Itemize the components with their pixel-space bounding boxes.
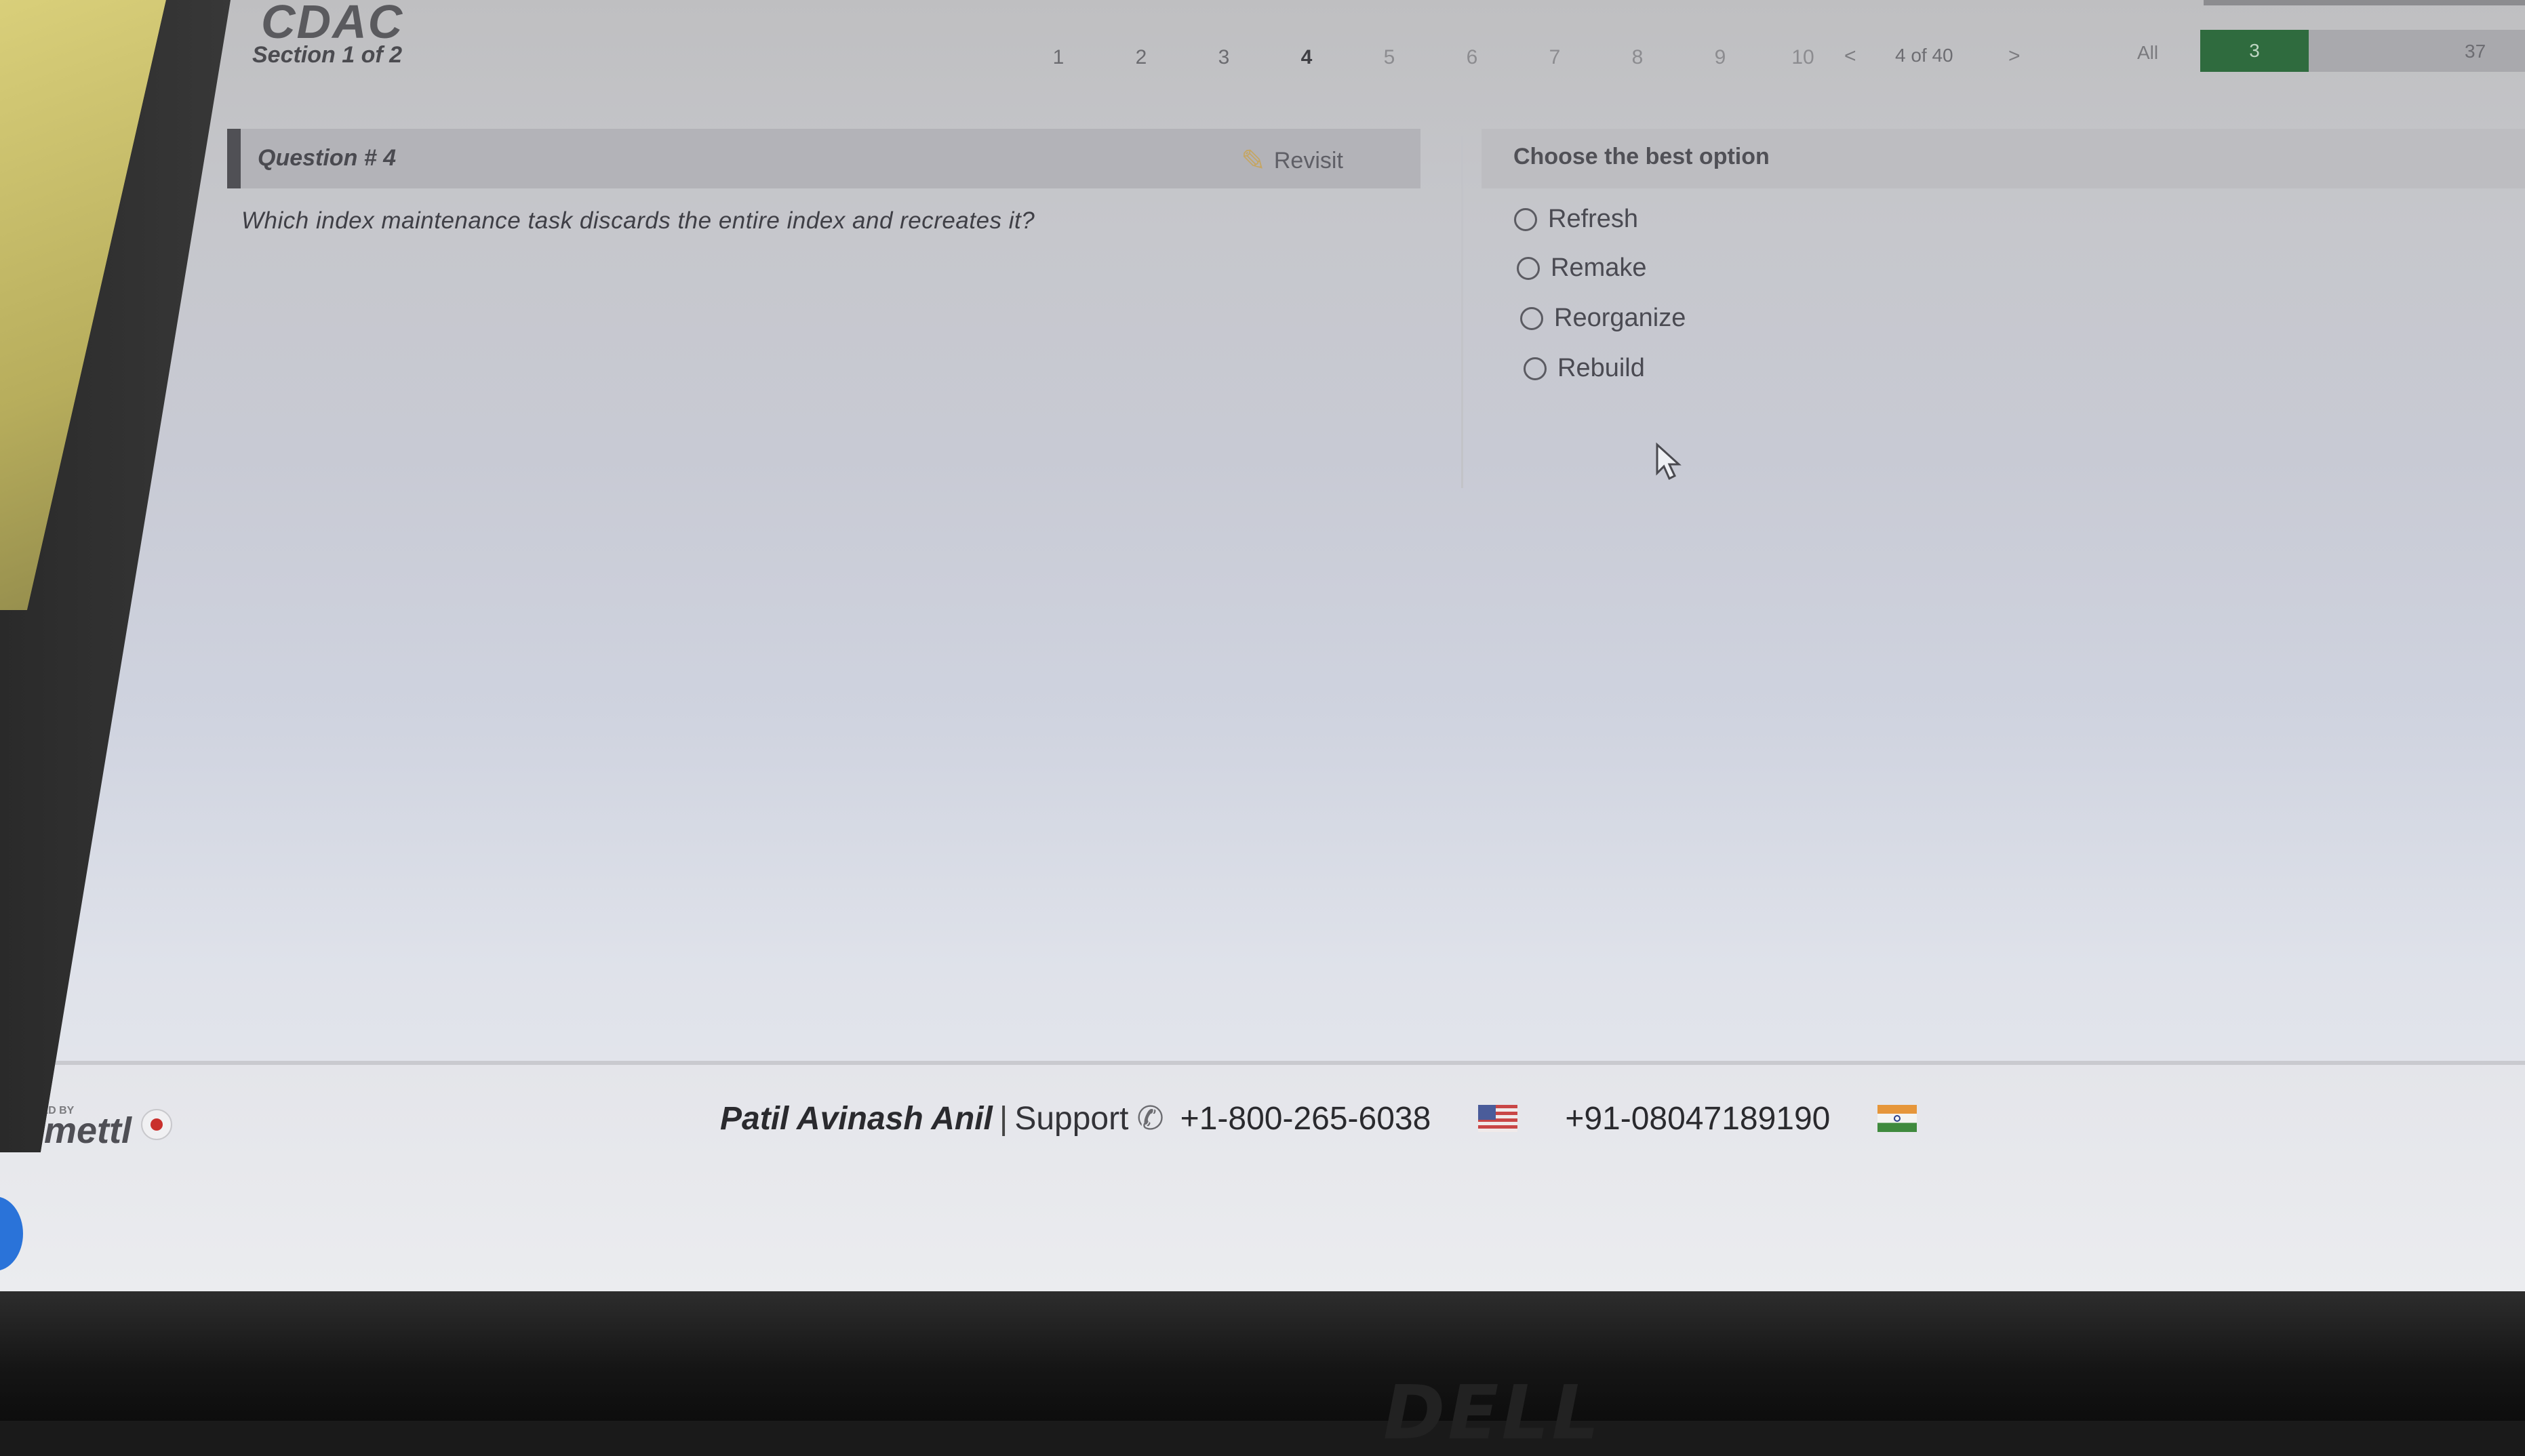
question-nav-item-current[interactable]: 4 xyxy=(1265,46,1348,69)
question-nav-item[interactable]: 10 xyxy=(1762,46,1844,69)
section-label: Section 1 of 2 xyxy=(252,42,403,68)
revisit-label: Revisit xyxy=(1273,148,1343,174)
panel-divider xyxy=(1461,136,1463,488)
option-remake[interactable]: Remake xyxy=(1517,254,1647,283)
question-nav-item[interactable]: 8 xyxy=(1596,46,1679,69)
option-label: Refresh xyxy=(1548,205,1639,233)
question-nav-item[interactable]: 5 xyxy=(1348,46,1431,69)
phone-icon: ✆ xyxy=(1136,1101,1164,1137)
india-flag-icon xyxy=(1877,1105,1917,1132)
support-label: Support xyxy=(1014,1100,1129,1137)
option-refresh[interactable]: Refresh xyxy=(1514,205,1638,234)
option-label: Reorganize xyxy=(1554,304,1686,332)
option-rebuild[interactable]: Rebuild xyxy=(1524,354,1645,383)
question-number: Question # 4 xyxy=(258,145,397,171)
question-nav-item[interactable]: 6 xyxy=(1431,46,1513,69)
option-label: Rebuild xyxy=(1557,354,1645,382)
screen: CDAC Section 1 of 2 1 2 3 4 5 6 7 8 9 10… xyxy=(0,0,2525,1291)
mouse-pointer-icon xyxy=(1656,442,1682,481)
question-nav-item[interactable]: 2 xyxy=(1100,46,1182,69)
question-nav-item[interactable]: 9 xyxy=(1679,46,1762,69)
question-text: Which index maintenance task discards th… xyxy=(241,207,1035,234)
next-page-arrow[interactable]: > xyxy=(2008,45,2021,68)
radio-button[interactable] xyxy=(1524,357,1547,380)
timer-bar xyxy=(2204,0,2525,5)
question-header-accent xyxy=(227,129,241,188)
pencil-icon: ✎ xyxy=(1241,144,1266,178)
footer-support-line: Patil Avinash Anil | Support ✆ +1-800-26… xyxy=(720,1099,1917,1137)
question-nav-item[interactable]: 7 xyxy=(1513,46,1596,69)
answered-count-badge: 3 xyxy=(2200,30,2309,72)
question-nav: 1 2 3 4 5 6 7 8 9 10 xyxy=(1017,46,1844,69)
question-nav-item[interactable]: 3 xyxy=(1182,46,1265,69)
candidate-name: Patil Avinash Anil xyxy=(720,1100,993,1137)
option-reorganize[interactable]: Reorganize xyxy=(1520,304,1686,333)
india-phone-number: +91-08047189190 xyxy=(1565,1100,1831,1137)
radio-button[interactable] xyxy=(1520,306,1543,330)
laptop-brand-logo: DELL xyxy=(1383,1369,1602,1456)
remaining-progress-bar xyxy=(2309,30,2525,72)
page-indicator: 4 of 40 xyxy=(1895,45,1953,66)
filter-all-dropdown[interactable]: All xyxy=(2137,42,2158,64)
mettl-logo: mettl xyxy=(44,1110,132,1151)
remaining-count: 37 xyxy=(2465,41,2486,62)
us-phone-number: +1-800-265-6038 xyxy=(1180,1100,1431,1137)
radio-button[interactable] xyxy=(1517,256,1540,280)
footer-separator: | xyxy=(999,1100,1008,1137)
radio-button[interactable] xyxy=(1514,207,1537,231)
revisit-button[interactable]: ✎ Revisit xyxy=(1241,144,1343,178)
prev-page-arrow[interactable]: < xyxy=(1844,45,1856,68)
options-title: Choose the best option xyxy=(1513,144,1770,169)
us-flag-icon xyxy=(1478,1105,1518,1132)
option-label: Remake xyxy=(1551,254,1647,282)
recording-indicator-icon xyxy=(141,1109,172,1140)
question-nav-item[interactable]: 1 xyxy=(1017,46,1100,69)
laptop-bezel-bottom xyxy=(0,1291,2525,1421)
